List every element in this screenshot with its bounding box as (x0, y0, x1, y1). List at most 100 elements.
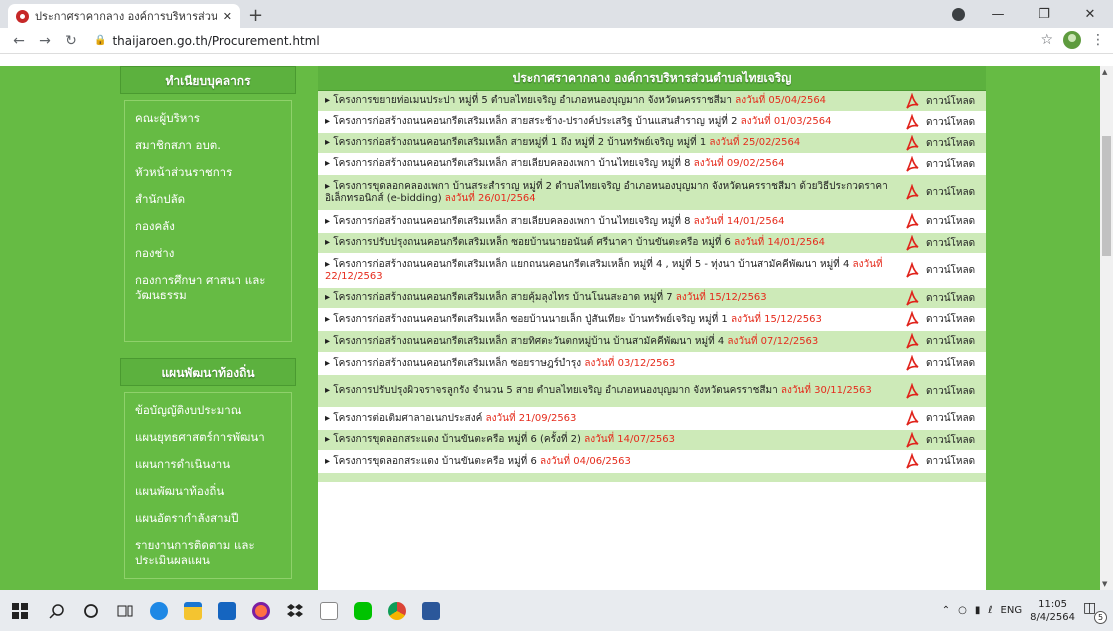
announcement-title[interactable]: ▸ โครงการขยายท่อเมนประปา หมู่ที่ 5 ตำบลไ… (325, 93, 900, 109)
battery-icon[interactable]: ▮ (975, 605, 981, 616)
clock[interactable]: 11:05 8/4/2564 (1030, 598, 1075, 624)
sidebar-item-executives[interactable]: คณะผู้บริหาร (125, 105, 291, 132)
new-tab-button[interactable]: + (248, 5, 263, 26)
pdf-icon[interactable] (904, 355, 920, 372)
download-link[interactable]: ดาวน์โหลด (926, 115, 982, 130)
pdf-icon[interactable] (904, 289, 920, 307)
extension-icon[interactable] (952, 8, 965, 21)
pdf-icon[interactable] (904, 431, 920, 449)
announcement-title[interactable]: ▸ โครงการต่อเติมศาลาอเนกประสงค์ ลงวันที่… (325, 411, 900, 427)
announcement-title[interactable]: ▸ โครงการก่อสร้างถนนคอนกรีตเสริมเหล็ก สา… (325, 214, 900, 230)
sidebar-item-palad-office[interactable]: สำนักปลัด (125, 186, 291, 213)
pdf-icon[interactable] (904, 382, 920, 400)
announcement-title[interactable]: ▸ โครงการก่อสร้างถนนคอนกรีตเสริมเหล็ก สา… (325, 156, 900, 172)
minimize-icon[interactable]: — (975, 7, 1021, 22)
pdf-icon[interactable] (904, 92, 920, 110)
close-window-icon[interactable]: ✕ (1067, 7, 1113, 22)
download-link[interactable]: ดาวน์โหลด (926, 356, 982, 371)
announcement-title[interactable]: ▸ โครงการก่อสร้างถนนคอนกรีตเสริมเหล็ก สา… (325, 114, 900, 130)
download-link[interactable]: ดาวน์โหลด (926, 312, 982, 327)
announcement-title[interactable]: ▸ โครงการปรับปรุงถนนคอนกรีตเสริมเหล็ก ซอ… (325, 235, 900, 251)
download-link[interactable]: ดาวน์โหลด (926, 334, 982, 349)
sidebar-item-dept-heads[interactable]: หัวหน้าส่วนราชการ (125, 159, 291, 186)
pdf-icon[interactable] (904, 453, 920, 470)
amazon-icon[interactable] (312, 590, 346, 631)
network-icon[interactable]: ○ (958, 605, 967, 616)
sidebar-item-evaluation[interactable]: รายงานการติดตาม และประเมินผลแผน (125, 532, 291, 574)
announcement-title[interactable]: ▸ โครงการก่อสร้างถนนคอนกรีตเสริมเหล็ก สา… (325, 290, 900, 306)
bookmark-star-icon[interactable]: ☆ (1040, 32, 1053, 48)
firefox-icon[interactable] (244, 590, 278, 631)
announcement-title[interactable]: ▸ โครงการปรับปรุงผิวจราจรลูกรัง จำนวน 5 … (325, 383, 900, 399)
scroll-down-icon[interactable]: ▼ (1102, 580, 1107, 588)
scrollbar-thumb[interactable] (1102, 136, 1111, 256)
download-link[interactable]: ดาวน์โหลด (926, 411, 982, 426)
profile-avatar-icon[interactable] (1063, 31, 1081, 49)
download-link[interactable]: ดาวน์โหลด (926, 236, 982, 251)
file-explorer-icon[interactable] (176, 590, 210, 631)
pdf-icon[interactable] (904, 184, 920, 201)
pdf-icon[interactable] (904, 410, 920, 427)
download-link[interactable]: ดาวน์โหลด (926, 94, 982, 109)
cortana-icon[interactable] (74, 590, 108, 631)
windows-start-icon[interactable] (0, 590, 40, 631)
reload-icon[interactable]: ↻ (60, 33, 82, 49)
search-icon[interactable] (40, 590, 74, 631)
sidebar-item-budget[interactable]: ข้อบัญญัติงบประมาณ (125, 397, 291, 424)
maximize-icon[interactable]: ❐ (1021, 7, 1067, 22)
sidebar-item-finance[interactable]: กองคลัง (125, 213, 291, 240)
language-indicator[interactable]: ENG (1001, 605, 1023, 616)
dropbox-icon[interactable] (278, 590, 312, 631)
download-link[interactable]: ดาวน์โหลด (926, 291, 982, 306)
edge-browser-icon[interactable] (142, 590, 176, 631)
pdf-icon[interactable] (904, 134, 920, 152)
page-scrollbar[interactable]: ▲ ▼ (1100, 66, 1113, 590)
lock-icon[interactable]: 🔒 (94, 35, 106, 46)
pdf-icon[interactable] (904, 213, 920, 230)
sidebar-item-staffing-plan[interactable]: แผนอัตรากำลังสามปี (125, 505, 291, 532)
forward-arrow-icon[interactable]: → (34, 33, 56, 49)
word-icon[interactable] (414, 590, 448, 631)
pdf-icon[interactable] (904, 113, 920, 131)
download-link[interactable]: ดาวน์โหลด (926, 454, 982, 469)
sidebar-item-engineering[interactable]: กองช่าง (125, 240, 291, 267)
announcement-title[interactable]: ▸ โครงการก่อสร้างถนนคอนกรีตเสริมเหล็ก สา… (325, 334, 900, 350)
back-arrow-icon[interactable]: ← (8, 33, 30, 49)
announcement-title[interactable]: ▸ โครงการขุดลอกสระแดง บ้านขันตะครือ หมู่… (325, 454, 900, 470)
announcement-title[interactable]: ▸ โครงการขุดลอกสระแดง บ้านขันตะครือ หมู่… (325, 432, 900, 448)
line-app-icon[interactable] (346, 590, 380, 631)
pdf-icon[interactable] (904, 155, 920, 173)
pen-icon[interactable]: ℓ (988, 605, 992, 616)
sidebar-item-operation-plan[interactable]: แผนการดำเนินงาน (125, 451, 291, 478)
mail-icon[interactable] (210, 590, 244, 631)
announcement-title[interactable]: ▸ โครงการก่อสร้างถนนคอนกรีตเสริมเหล็ก สา… (325, 135, 900, 151)
sidebar-item-strategy[interactable]: แผนยุทธศาสตร์การพัฒนา (125, 424, 291, 451)
task-view-icon[interactable] (108, 590, 142, 631)
announcement-title[interactable]: ▸ โครงการก่อสร้างถนนคอนกรีตเสริมเหล็ก ซอ… (325, 356, 900, 372)
show-hidden-icons-chevron-icon[interactable]: ⌃ (942, 605, 950, 616)
scroll-up-icon[interactable]: ▲ (1102, 68, 1107, 76)
download-link[interactable]: ดาวน์โหลด (926, 433, 982, 448)
menu-kebab-icon[interactable]: ⋮ (1091, 32, 1105, 48)
pdf-icon[interactable] (904, 234, 920, 252)
download-link[interactable]: ดาวน์โหลด (926, 214, 982, 229)
announcement-title[interactable]: ▸ โครงการก่อสร้างถนนคอนกรีตเสริมเหล็ก ซอ… (325, 312, 900, 328)
download-link[interactable]: ดาวน์โหลด (926, 136, 982, 151)
browser-tab[interactable]: ประกาศราคากลาง องค์การบริหารส่วน ✕ (8, 4, 240, 28)
download-link[interactable]: ดาวน์โหลด (926, 185, 982, 200)
pdf-icon[interactable] (904, 262, 920, 279)
pdf-icon[interactable] (904, 333, 920, 350)
announcement-title[interactable] (325, 476, 982, 480)
sidebar-item-education[interactable]: กองการศึกษา ศาสนา และวัฒนธรรม (125, 267, 291, 337)
announcement-title[interactable]: ▸ โครงการก่อสร้างถนนคอนกรีตเสริมเหล็ก แย… (325, 257, 900, 285)
sidebar-item-council[interactable]: สมาชิกสภา อบต. (125, 132, 291, 159)
notification-center-icon[interactable]: ◫ 5 (1083, 600, 1107, 624)
announcement-title[interactable]: ▸ โครงการขุดลอกคลองเพกา บ้านสระสำราญ หมู… (325, 179, 900, 207)
pdf-icon[interactable] (904, 311, 920, 328)
tab-close-icon[interactable]: ✕ (223, 10, 232, 23)
sidebar-item-local-dev-plan[interactable]: แผนพัฒนาท้องถิ่น (125, 478, 291, 505)
download-link[interactable]: ดาวน์โหลด (926, 384, 982, 399)
chrome-icon[interactable] (380, 590, 414, 631)
download-link[interactable]: ดาวน์โหลด (926, 157, 982, 172)
url-field[interactable]: thaijaroen.go.th/Procurement.html (112, 34, 319, 48)
